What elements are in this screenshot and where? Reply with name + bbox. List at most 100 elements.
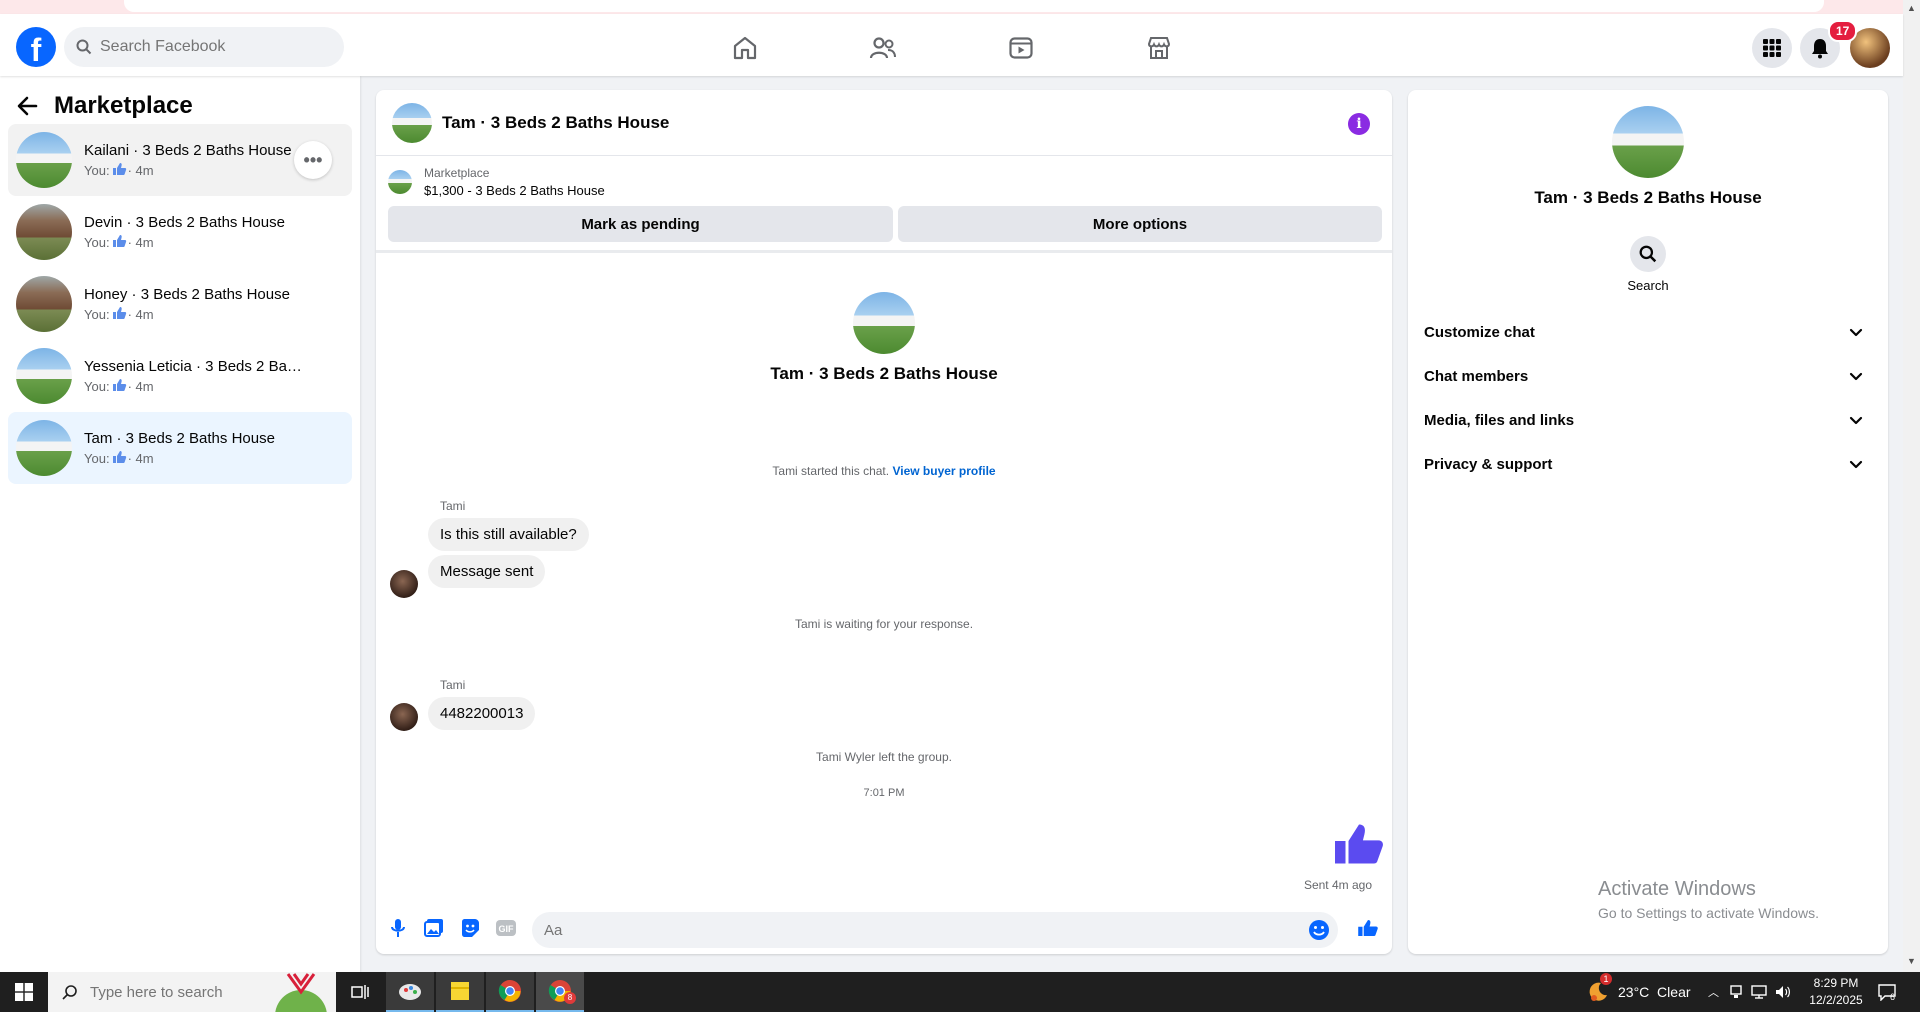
weather-widget[interactable]: 1 23°C Clear xyxy=(1586,972,1691,1012)
network-icon[interactable] xyxy=(1751,984,1767,1000)
chrome-profile-badge: 8 xyxy=(564,992,576,1004)
windows-logo-icon xyxy=(15,983,33,1001)
taskbar-search[interactable] xyxy=(48,972,336,1012)
taskbar-clock[interactable]: 8:29 PM 12/2/2025 xyxy=(1796,975,1876,1009)
taskbar-app-paint[interactable] xyxy=(386,972,434,1012)
like-icon xyxy=(110,162,128,179)
conversation-title: Honey · 3 Beds 2 Baths House xyxy=(84,285,290,303)
conversation-time: · 4m xyxy=(127,162,154,178)
nav-friends[interactable] xyxy=(828,28,938,68)
message-timestamp: 7:01 PM xyxy=(863,787,905,799)
sticker-icon[interactable] xyxy=(456,914,484,942)
conversation-item-selected[interactable]: Tam · 3 Beds 2 Baths House You: · 4m xyxy=(8,412,352,484)
message-bubble[interactable]: 4482200013 xyxy=(428,697,536,730)
chat-thumbnail[interactable] xyxy=(392,102,432,143)
like-button[interactable] xyxy=(1354,914,1382,942)
photo-icon[interactable] xyxy=(420,914,448,942)
marketplace-sidebar: Marketplace Kailani · 3 Beds 2 Baths Hou… xyxy=(0,76,360,972)
chat-profile-header: Tam · 3 Beds 2 Baths House xyxy=(376,292,1392,384)
emoji-icon[interactable] xyxy=(1308,919,1330,941)
details-name: Tam · 3 Beds 2 Baths House xyxy=(1534,188,1762,207)
more-options-button[interactable]: More options xyxy=(898,206,1382,242)
taskbar-app-chrome[interactable] xyxy=(486,972,534,1012)
message-bubble[interactable]: Message sent xyxy=(428,555,546,588)
conversation-item[interactable]: Yessenia Leticia · 3 Beds 2 Baths H... Y… xyxy=(8,340,352,412)
details-thumbnail[interactable] xyxy=(1612,106,1684,178)
svg-text:GIF: GIF xyxy=(499,924,515,934)
conversation-item[interactable]: Devin · 3 Beds 2 Baths House You: · 4m xyxy=(8,196,352,268)
listing-thumbnail xyxy=(388,170,412,194)
search-box[interactable] xyxy=(64,27,344,67)
page-scrollbar[interactable]: ▲ ▼ xyxy=(1903,0,1920,972)
message-composer: GIF xyxy=(376,902,1392,954)
watermark-subtitle: Go to Settings to activate Windows. xyxy=(1598,905,1819,921)
back-arrow-icon[interactable] xyxy=(16,95,38,117)
profile-thumbnail[interactable] xyxy=(853,292,915,354)
waiting-notice: Tami is waiting for your response. xyxy=(794,617,974,631)
start-button[interactable] xyxy=(0,972,48,1012)
microphone-icon[interactable] xyxy=(384,914,412,942)
menu-button[interactable] xyxy=(1752,28,1792,68)
browser-tab-strip xyxy=(0,0,1920,14)
chat-title[interactable]: Tam · 3 Beds 2 Baths House xyxy=(442,113,669,133)
facebook-logo[interactable]: f xyxy=(16,27,56,67)
clock-date: 12/2/2025 xyxy=(1809,993,1863,1007)
media-files-links-section[interactable]: Media, files and links xyxy=(1416,400,1880,440)
conversation-prefix: You: xyxy=(84,234,110,250)
gif-icon[interactable]: GIF xyxy=(492,914,520,942)
sticky-notes-icon xyxy=(451,982,469,1000)
speaker-icon[interactable] xyxy=(1775,984,1791,1000)
info-icon[interactable]: i xyxy=(1348,113,1370,135)
profile-name: Tam · 3 Beds 2 Baths House xyxy=(770,364,998,383)
search-icon xyxy=(62,985,77,1000)
scroll-down-arrow-icon[interactable]: ▼ xyxy=(1907,956,1916,966)
search-label: Search xyxy=(1627,278,1669,293)
customize-chat-section[interactable]: Customize chat xyxy=(1416,312,1880,352)
more-options-icon[interactable]: ••• xyxy=(294,141,332,179)
paint-app-icon xyxy=(399,984,421,1000)
privacy-support-section[interactable]: Privacy & support xyxy=(1416,444,1880,484)
nav-marketplace[interactable] xyxy=(1104,28,1214,68)
address-bar-edge xyxy=(124,0,1824,12)
mark-as-pending-button[interactable]: Mark as pending xyxy=(388,206,893,242)
chevron-down-icon xyxy=(1849,328,1863,337)
listing-banner[interactable]: Marketplace $1,300 - 3 Beds 2 Baths Hous… xyxy=(388,164,605,200)
taskbar-search-input[interactable] xyxy=(90,983,270,1001)
chat-members-section[interactable]: Chat members xyxy=(1416,356,1880,396)
sender-avatar[interactable] xyxy=(390,570,418,598)
view-buyer-profile-link[interactable]: View buyer profile xyxy=(892,464,995,478)
conversation-prefix: You: xyxy=(84,162,110,178)
sender-name: Tami xyxy=(440,499,466,513)
search-highlight-icon xyxy=(275,973,327,1012)
conversation-item[interactable]: Kailani · 3 Beds 2 Baths House You: · 4m … xyxy=(8,124,352,196)
message-input[interactable] xyxy=(544,921,1304,939)
grid-menu-icon xyxy=(1763,39,1781,57)
nav-video[interactable] xyxy=(966,28,1076,68)
location-icon[interactable] xyxy=(1729,984,1743,1000)
message-bubble[interactable]: Is this still available? xyxy=(428,518,589,551)
taskbar-app-sticky-notes[interactable] xyxy=(436,972,484,1012)
nav-home[interactable] xyxy=(690,28,800,68)
chat-header: Tam · 3 Beds 2 Baths House i xyxy=(376,90,1392,156)
sender-avatar[interactable] xyxy=(390,703,418,731)
search-input[interactable] xyxy=(100,38,320,56)
conversation-time: · 4m xyxy=(127,306,154,322)
scroll-up-arrow-icon[interactable]: ▲ xyxy=(1907,3,1916,13)
listing-thumbnail xyxy=(16,420,72,476)
search-icon xyxy=(76,39,92,55)
task-view-button[interactable] xyxy=(336,972,384,1012)
action-center-button[interactable]: 6 xyxy=(1878,972,1896,1012)
tray-chevron-icon[interactable]: ︿ xyxy=(1708,984,1719,1000)
message-input-box[interactable] xyxy=(532,912,1338,948)
section-label: Privacy & support xyxy=(1424,455,1553,473)
conversation-prefix: You: xyxy=(84,450,110,466)
conversation-prefix: You: xyxy=(84,306,110,322)
taskbar-app-chrome-profile[interactable]: 8 xyxy=(536,972,584,1012)
watermark-title: Activate Windows xyxy=(1598,878,1756,900)
listing-thumbnail xyxy=(16,204,72,260)
conversation-item[interactable]: Honey · 3 Beds 2 Baths House You: · 4m xyxy=(8,268,352,340)
search-in-conversation-button[interactable]: Search xyxy=(1620,236,1676,293)
sent-like-icon[interactable] xyxy=(1332,818,1386,875)
conversation-title: Yessenia Leticia · 3 Beds 2 Baths H... xyxy=(84,357,304,375)
bell-icon xyxy=(1812,39,1828,59)
